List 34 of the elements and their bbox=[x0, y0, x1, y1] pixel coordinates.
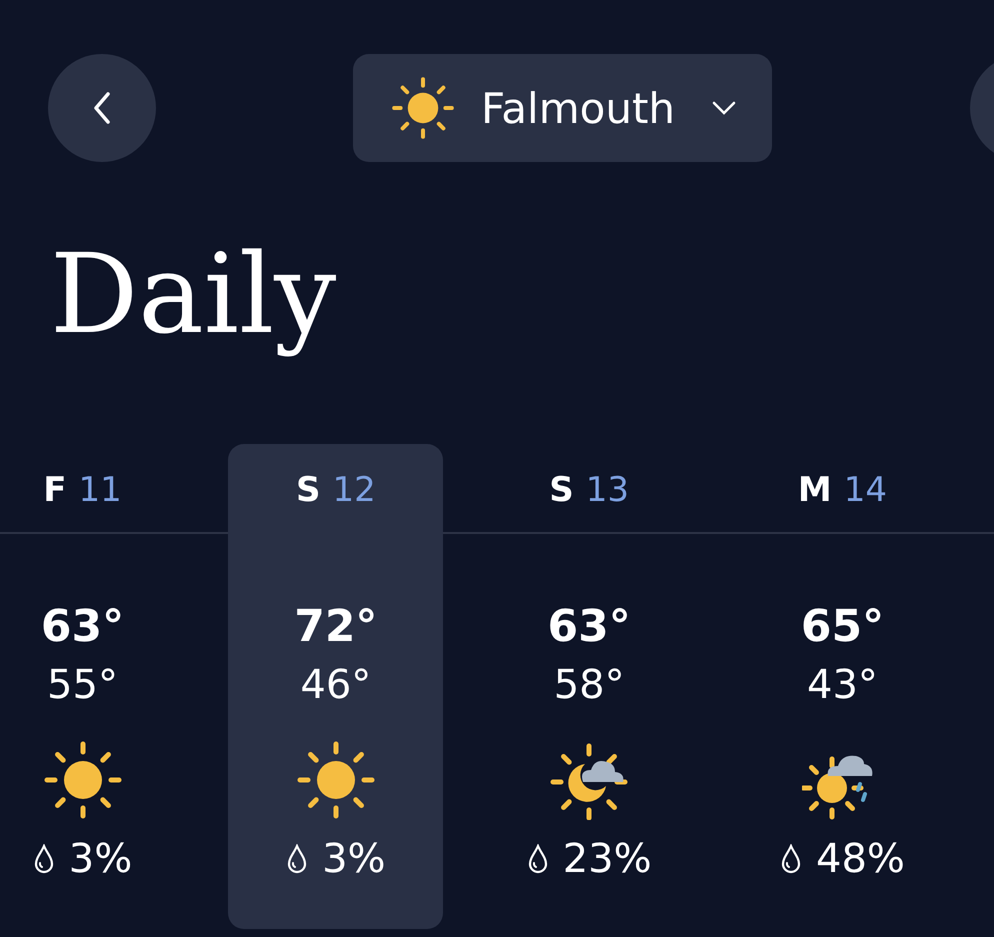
page-title: Daily bbox=[50, 229, 338, 360]
chevron-down-icon bbox=[711, 100, 738, 116]
date: 14 bbox=[844, 469, 888, 512]
date: 12 bbox=[332, 469, 376, 512]
sun-icon bbox=[296, 740, 376, 820]
weekday: S bbox=[296, 469, 320, 512]
day-column[interactable]: M 14 65° 43° 48% bbox=[734, 444, 950, 929]
day-column[interactable]: S 12 72° 46° 3% bbox=[228, 444, 444, 929]
location-selector[interactable]: Falmouth bbox=[353, 54, 772, 162]
high-temperature: 63° bbox=[548, 600, 631, 654]
low-temperature: 46° bbox=[300, 661, 372, 710]
date: 11 bbox=[78, 469, 122, 512]
day-column[interactable]: F 11 63° 55° 3% bbox=[0, 444, 190, 929]
high-temperature: 63° bbox=[40, 600, 124, 654]
sun-icon bbox=[391, 76, 455, 140]
weekday: S bbox=[549, 469, 574, 512]
high-temperature: 72° bbox=[294, 600, 378, 654]
low-temperature: 58° bbox=[554, 661, 625, 710]
high-temperature: 65° bbox=[800, 600, 884, 654]
droplet-icon bbox=[526, 844, 549, 874]
day-column[interactable]: S 13 63° 58° 23% bbox=[482, 444, 697, 929]
low-temperature: 55° bbox=[47, 661, 118, 710]
date: 13 bbox=[586, 469, 630, 512]
sun-icon bbox=[42, 740, 122, 820]
droplet-icon bbox=[780, 844, 802, 874]
droplet-icon bbox=[32, 844, 55, 874]
weekday: F bbox=[43, 469, 66, 512]
droplet-icon bbox=[286, 844, 308, 874]
precipitation-chance: 3% bbox=[68, 836, 132, 882]
precipitation-chance: 3% bbox=[322, 836, 386, 882]
low-temperature: 43° bbox=[807, 661, 878, 710]
precipitation-chance: 48% bbox=[816, 836, 905, 882]
precipitation-chance: 23% bbox=[562, 836, 652, 882]
weekday: M bbox=[798, 469, 832, 512]
